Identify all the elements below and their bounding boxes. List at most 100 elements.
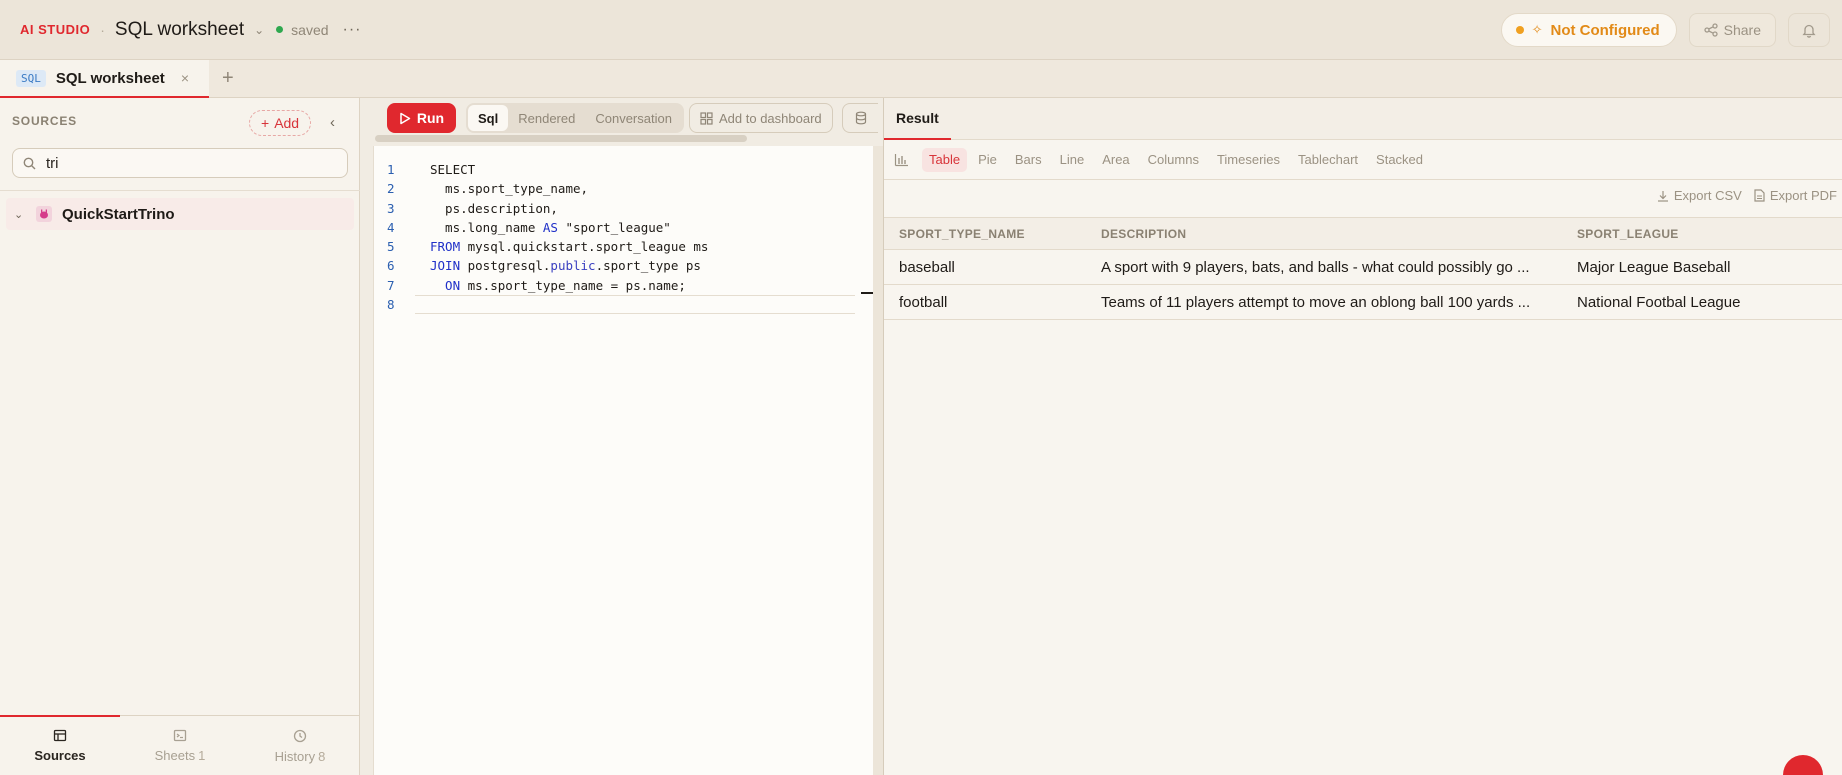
tab-sources-label: Sources — [34, 748, 86, 763]
code-text: ON ms.sport_type_name = ps.name; — [415, 276, 686, 295]
tab-history-label: History — [274, 748, 316, 764]
share-label: Share — [1723, 22, 1761, 38]
code-text: FROM mysql.quickstart.sport_league ms — [415, 237, 708, 256]
header-actions: ✧ Not Configured Share — [1500, 13, 1830, 47]
warning-dot — [1515, 26, 1524, 34]
horizontal-scrollbar[interactable] — [375, 135, 747, 142]
export-csv-button[interactable]: Export CSV — [1657, 188, 1742, 203]
share-button[interactable]: Share — [1688, 13, 1776, 47]
download-icon — [1657, 190, 1668, 202]
code-keyword: public — [550, 258, 596, 274]
code-keyword: JOIN — [430, 258, 461, 274]
not-configured-button[interactable]: ✧ Not Configured — [1500, 13, 1677, 47]
table-row[interactable]: football Teams of 11 players attempt to … — [884, 285, 1842, 320]
add-tab-button[interactable]: + — [222, 67, 234, 89]
line-number: 8 — [387, 297, 395, 313]
table-cell: football — [899, 293, 948, 311]
tab-sheets-label: Sheets — [154, 748, 196, 763]
table-cell: Major League Baseball — [1577, 258, 1731, 276]
column-header[interactable]: SPORT_TYPE_NAME — [884, 227, 1101, 241]
code-text: JOIN postgresql.public.sport_type ps — [415, 256, 701, 275]
viz-timeseries[interactable]: Timeseries — [1210, 148, 1287, 172]
sources-sidebar: SOURCES + Add ‹ ⌄ QuickStartTrino Source… — [0, 98, 360, 775]
tab-sql-worksheet[interactable]: SQL SQL worksheet × — [0, 60, 209, 98]
code-text: SELECT — [430, 162, 476, 177]
viz-tablechart[interactable]: Tablechart — [1291, 148, 1365, 172]
tab-history-text: History 8 — [275, 749, 326, 764]
table-cell: baseball — [899, 258, 955, 276]
code-text: ps.description, — [430, 200, 558, 216]
result-table: SPORT_TYPE_NAME DESCRIPTION SPORT_LEAGUE… — [884, 217, 1842, 320]
bell-icon — [1802, 24, 1816, 38]
chevron-down-icon[interactable]: ⌄ — [254, 23, 264, 37]
sql-badge: SQL — [16, 69, 46, 87]
source-name: QuickStartTrino — [62, 205, 175, 223]
run-button[interactable]: Run — [387, 103, 456, 133]
share-icon — [1703, 23, 1718, 37]
add-source-button[interactable]: + Add — [249, 110, 312, 136]
database-button[interactable] — [842, 103, 878, 133]
code-token: ms.sport_type_name = ps.name; — [460, 277, 686, 293]
mode-rendered[interactable]: Rendered — [508, 105, 585, 131]
code-lines: 1 SELECT 2 ms.sport_type_name, 3 ps.descr… — [374, 160, 855, 315]
viz-pie[interactable]: Pie — [971, 148, 1004, 172]
code-line: 5 FROM mysql.quickstart.sport_league ms — [374, 237, 855, 256]
saved-status: saved — [291, 21, 329, 38]
viz-stacked[interactable]: Stacked — [1369, 148, 1430, 172]
tab-sources[interactable]: Sources — [0, 715, 120, 775]
vertical-scrollbar[interactable] — [873, 146, 883, 775]
not-configured-label: Not Configured — [1550, 21, 1660, 39]
saved-status-dot — [276, 26, 284, 33]
trino-icon — [36, 206, 52, 222]
code-text: ms.long_name AS "sport_league" — [415, 218, 671, 237]
add-to-dashboard-button[interactable]: Add to dashboard — [689, 103, 833, 133]
viz-bars[interactable]: Bars — [1008, 148, 1049, 172]
search-input[interactable] — [46, 154, 326, 172]
code-text: ms.sport_type_name, — [430, 181, 589, 197]
database-icon — [855, 111, 866, 125]
viz-line[interactable]: Line — [1053, 148, 1092, 172]
clock-icon — [293, 729, 307, 742]
viz-table[interactable]: Table — [922, 147, 968, 172]
tab-result[interactable]: Result — [884, 98, 951, 140]
top-bar: AI STUDIO · SQL worksheet ⌄ saved ··· ✧ … — [0, 0, 1842, 60]
tab-label: SQL worksheet — [55, 69, 165, 87]
line-number: 2 — [387, 181, 395, 197]
mode-conversation[interactable]: Conversation — [585, 105, 682, 131]
chart-icon — [894, 153, 918, 167]
collapse-sidebar-icon[interactable]: ‹ — [330, 114, 335, 131]
column-header[interactable]: SPORT_LEAGUE — [1577, 227, 1842, 241]
source-item-quickstarttrino[interactable]: ⌄ QuickStartTrino — [6, 198, 354, 230]
code-line-current: 8 — [374, 295, 855, 315]
code-text — [415, 295, 855, 315]
code-line: 3 ps.description, — [374, 199, 855, 218]
worksheet-title[interactable]: SQL worksheet — [115, 19, 244, 41]
close-icon[interactable]: × — [181, 70, 189, 86]
history-count: 8 — [318, 748, 326, 764]
table-cell: Teams of 11 players attempt to move an o… — [1101, 293, 1531, 311]
brand-logo[interactable]: AI STUDIO — [20, 22, 90, 37]
code-line: 7 ON ms.sport_type_name = ps.name; — [374, 276, 855, 295]
dashboard-icon — [700, 111, 713, 125]
mode-sql[interactable]: Sql — [468, 105, 509, 131]
tab-history[interactable]: History 8 — [240, 716, 360, 775]
chevron-down-icon[interactable]: ⌄ — [14, 208, 28, 221]
code-keyword: FROM — [430, 239, 461, 255]
code-token: ms.long_name — [430, 219, 543, 235]
column-header[interactable]: DESCRIPTION — [1101, 227, 1577, 241]
viz-area[interactable]: Area — [1095, 148, 1136, 172]
export-pdf-label: Export PDF — [1769, 188, 1837, 203]
viz-columns[interactable]: Columns — [1141, 148, 1206, 172]
code-editor[interactable]: 1 SELECT 2 ms.sport_type_name, 3 ps.descr… — [373, 146, 873, 775]
export-pdf-button[interactable]: Export PDF — [1754, 188, 1837, 203]
more-options-icon[interactable]: ··· — [343, 21, 362, 39]
plus-icon: + — [261, 115, 270, 131]
line-number: 1 — [387, 162, 395, 177]
sidebar-header: SOURCES + Add ‹ — [12, 110, 348, 136]
tab-sheets[interactable]: Sheets 1 — [120, 716, 240, 775]
notifications-button[interactable] — [1788, 13, 1830, 47]
code-line: 1 SELECT — [374, 160, 855, 179]
sparkle-icon: ✧ — [1531, 22, 1543, 37]
table-row[interactable]: baseball A sport with 9 players, bats, a… — [884, 250, 1842, 285]
line-number: 6 — [387, 258, 395, 274]
